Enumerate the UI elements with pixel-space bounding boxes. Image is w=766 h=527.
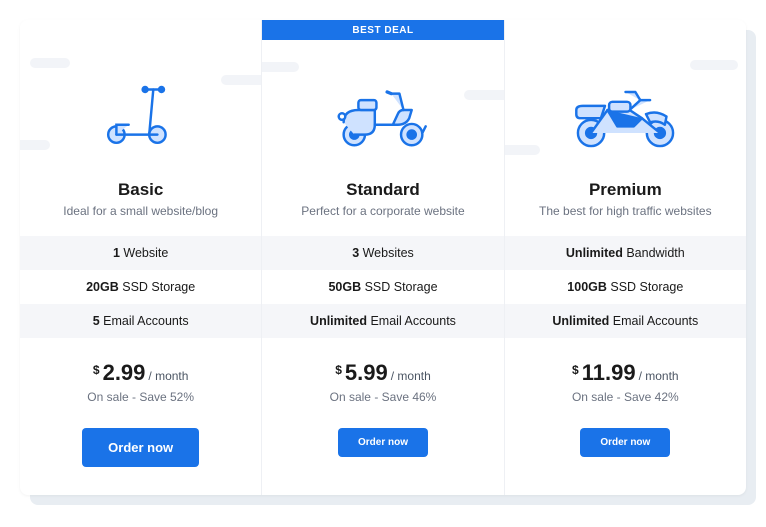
plan-tagline: Perfect for a corporate website bbox=[274, 204, 491, 218]
plan-tagline: The best for high traffic websites bbox=[517, 204, 734, 218]
plan-badge bbox=[20, 20, 261, 40]
plan-tagline: Ideal for a small website/blog bbox=[32, 204, 249, 218]
pricing-card: Basic Ideal for a small website/blog 1 W… bbox=[20, 20, 746, 495]
plan-icon-area bbox=[505, 40, 746, 180]
feature-item: 100GB SSD Storage bbox=[505, 270, 746, 304]
plan-icon-area bbox=[262, 40, 503, 180]
plan-name: Premium bbox=[517, 180, 734, 200]
moped-icon bbox=[333, 69, 433, 151]
feature-item: 20GB SSD Storage bbox=[20, 270, 261, 304]
feature-item: 3 Websites bbox=[262, 236, 503, 270]
sale-text: On sale - Save 46% bbox=[262, 390, 503, 404]
plan-standard: BEST DEAL bbox=[261, 20, 503, 495]
feature-item: 1 Website bbox=[20, 236, 261, 270]
price: $ 11.99 / month bbox=[505, 360, 746, 386]
price: $ 5.99 / month bbox=[262, 360, 503, 386]
plan-basic: Basic Ideal for a small website/blog 1 W… bbox=[20, 20, 261, 495]
plan-badge bbox=[505, 20, 746, 40]
feature-item: Unlimited Email Accounts bbox=[505, 304, 746, 338]
scooter-icon bbox=[100, 69, 182, 151]
plan-premium: Premium The best for high traffic websit… bbox=[504, 20, 746, 495]
plan-name: Standard bbox=[274, 180, 491, 200]
feature-item: Unlimited Bandwidth bbox=[505, 236, 746, 270]
plan-badge: BEST DEAL bbox=[262, 20, 503, 40]
plan-icon-area bbox=[20, 40, 261, 180]
plan-name: Basic bbox=[32, 180, 249, 200]
feature-item: 5 Email Accounts bbox=[20, 304, 261, 338]
sale-text: On sale - Save 52% bbox=[20, 390, 261, 404]
sale-text: On sale - Save 42% bbox=[505, 390, 746, 404]
price: $ 2.99 / month bbox=[20, 360, 261, 386]
motorcycle-icon bbox=[568, 69, 683, 151]
order-button[interactable]: Order now bbox=[580, 428, 670, 457]
order-button[interactable]: Order now bbox=[338, 428, 428, 457]
feature-item: 50GB SSD Storage bbox=[262, 270, 503, 304]
order-button[interactable]: Order now bbox=[82, 428, 199, 467]
feature-item: Unlimited Email Accounts bbox=[262, 304, 503, 338]
